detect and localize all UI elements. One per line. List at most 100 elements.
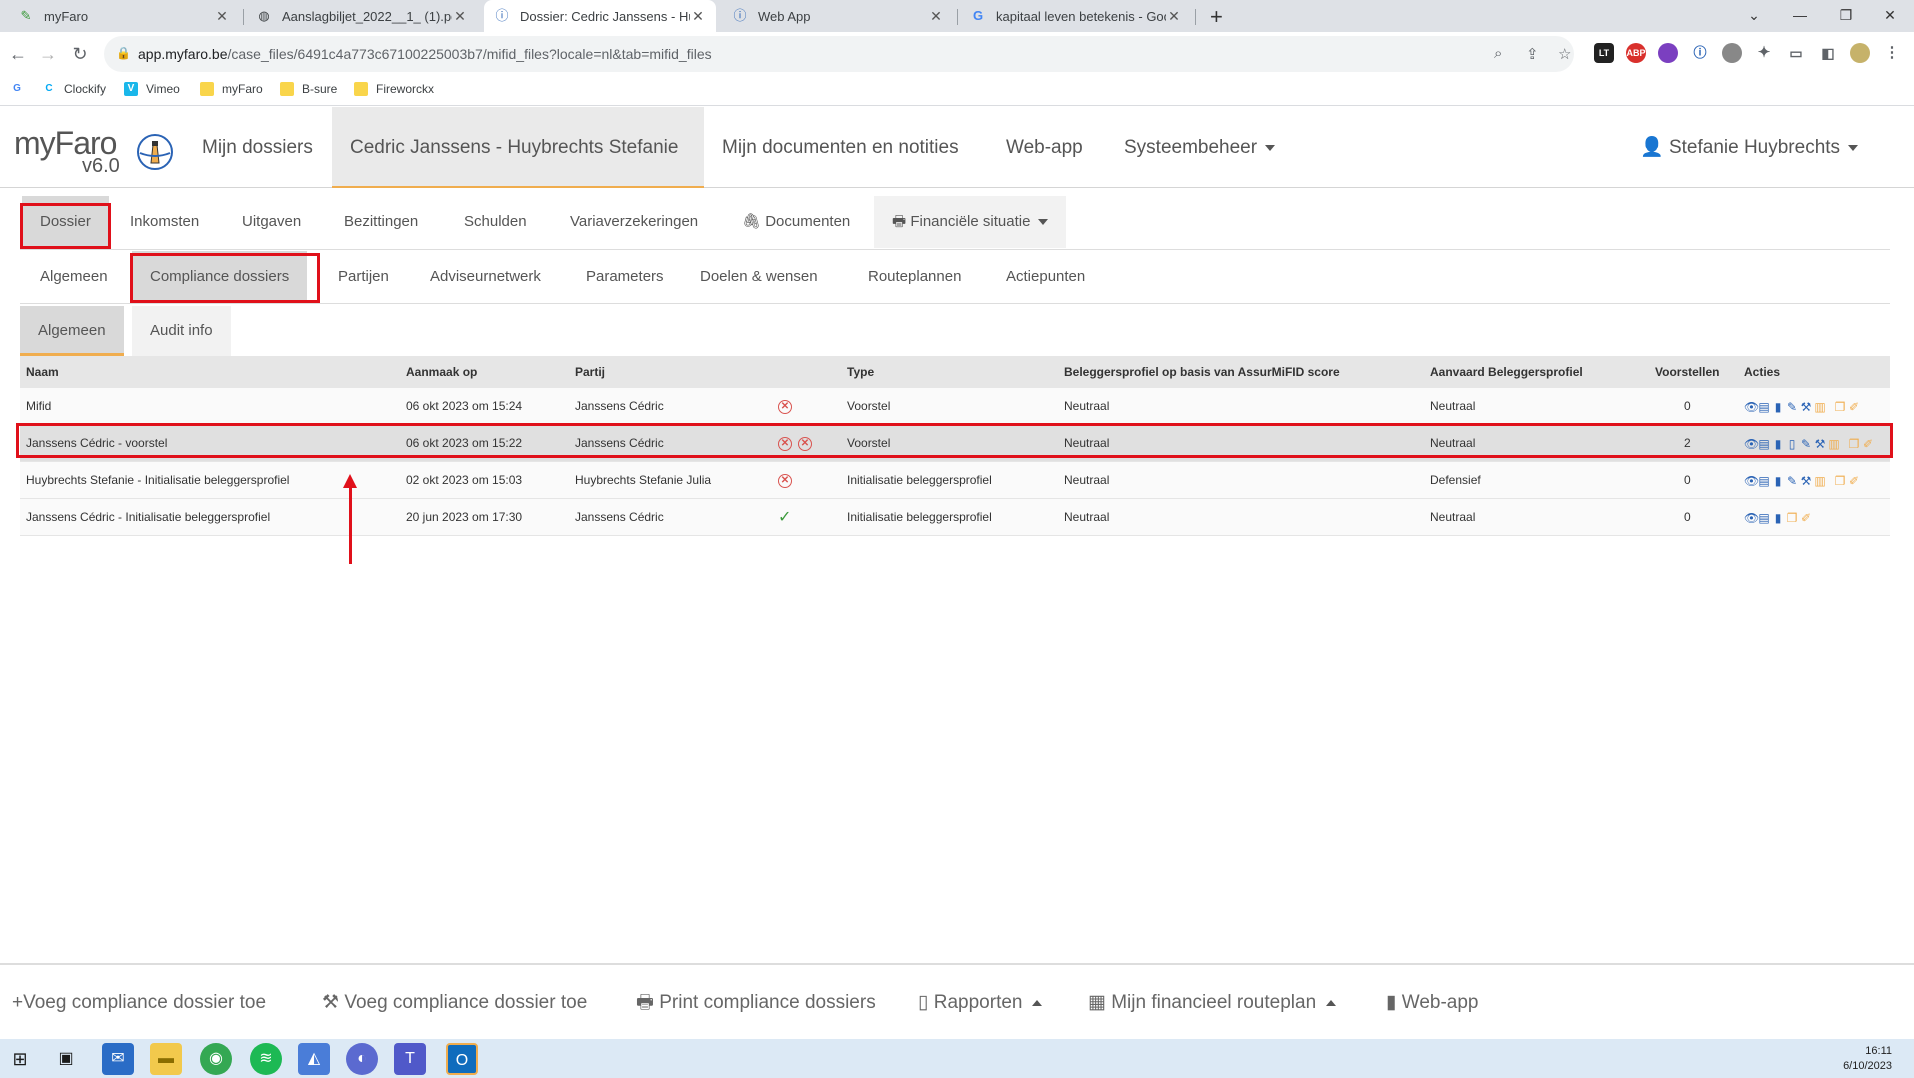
view-icon[interactable]: 👁 [1744,401,1759,413]
close-icon[interactable]: ✕ [690,8,706,25]
zoom-icon[interactable]: ⌕ [1494,45,1502,62]
browser-tab-myfaro[interactable]: ✎ myFaro ✕ [8,0,240,32]
browser-tab-pdf[interactable]: ◍ Aanslagbiljet_2022__1_ (1).pdf ✕ [246,0,478,32]
tab-algemeen[interactable]: Algemeen [22,251,126,303]
tab-doelen-wensen[interactable]: Doelen & wensen [682,251,836,303]
tab-documenten[interactable]: 🖇 Documenten [724,196,868,248]
outlook-icon[interactable]: O [446,1043,478,1075]
print-icon[interactable]: ▤ [1758,475,1770,487]
column-naam[interactable]: Naam [26,356,59,388]
view-icon[interactable]: 👁 [1744,475,1759,487]
nav-current-dossier[interactable]: Cedric Janssens - Huybrechts Stefanie [332,107,704,188]
pdf-icon[interactable]: ▮ [1772,401,1784,413]
puzzle-icon[interactable]: ✦ [1754,43,1774,63]
wizard-compliance-dossier-button[interactable]: ⚒ Voeg compliance dossier toe [322,965,587,1041]
delete-icon[interactable]: ▥ [1814,401,1826,413]
wand-icon[interactable]: ✐ [1848,475,1860,487]
bookmark-myfaro[interactable]: myFaro [200,82,263,96]
address-bar[interactable]: 🔒 app.myfaro.be/case_files/6491c4a773c67… [104,36,1574,72]
copy-icon[interactable]: ❐ [1834,475,1846,487]
tab-financiele-situatie[interactable]: 🖶 Financiële situatie [874,196,1067,248]
close-window-button[interactable]: ✕ [1872,0,1908,30]
magic-wand-icon[interactable]: ⚒ [1800,475,1812,487]
tab-uitgaven[interactable]: Uitgaven [224,196,319,248]
copy-icon[interactable]: ❐ [1834,401,1846,413]
cast-icon[interactable]: ▭ [1786,43,1806,63]
wand-icon[interactable]: ✐ [1800,512,1812,524]
print-compliance-button[interactable]: 🖶 Print compliance dossiers [636,965,876,1041]
bookmark-bsure[interactable]: B-sure [280,82,337,96]
nav-mijn-documenten[interactable]: Mijn documenten en notities [704,107,977,188]
bookmark-google[interactable]: G [10,82,32,96]
myfaro-extension-icon[interactable]: ⓘ [1690,43,1710,63]
print-icon[interactable]: ▤ [1758,401,1770,413]
bookmark-fireworckx[interactable]: Fireworckx [354,82,434,96]
back-button[interactable]: ← [2,38,34,70]
tab-partijen[interactable]: Partijen [320,251,407,303]
tab-bezittingen[interactable]: Bezittingen [326,196,436,248]
view-icon[interactable]: 👁 [1744,512,1759,524]
nav-systeembeheer[interactable]: Systeembeheer [1106,107,1293,188]
tab-search-button[interactable]: ⌄ [1736,0,1772,30]
web-app-button[interactable]: ▮ Web-app [1386,965,1479,1041]
languagetool-extension-icon[interactable]: LT [1594,43,1614,63]
nav-web-app[interactable]: Web-app [988,107,1101,188]
column-beleggersprofiel[interactable]: Beleggersprofiel op basis van AssurMiFID… [1064,356,1340,388]
print-icon[interactable]: ▤ [1758,512,1770,524]
task-view-icon[interactable]: ▣ [50,1043,82,1075]
table-row[interactable]: Janssens Cédric - Initialisatie belegger… [20,499,1890,536]
copy-icon[interactable]: ❐ [1786,512,1798,524]
taskbar-clock[interactable]: 16:11 6/10/2023 [1843,1044,1892,1074]
edit-icon[interactable]: ✎ [1786,401,1798,413]
minimize-button[interactable]: — [1782,0,1818,30]
rapporten-button[interactable]: ▯ Rapporten [918,965,1043,1041]
column-type[interactable]: Type [847,356,874,388]
cell-naam[interactable]: Mifid [26,388,51,425]
menu-icon[interactable]: ⋮ [1882,43,1902,63]
close-icon[interactable]: ✕ [928,8,944,25]
column-voorstellen[interactable]: Voorstellen [1655,356,1719,388]
tab-adviseurnetwerk[interactable]: Adviseurnetwerk [412,251,559,303]
tab-algemeen-sub[interactable]: Algemeen [20,306,124,356]
pdf-icon[interactable]: ▮ [1772,475,1784,487]
close-icon[interactable]: ✕ [214,8,230,25]
chrome-icon[interactable]: ◉ [200,1043,232,1075]
file-explorer-icon[interactable]: ▬ [150,1043,182,1075]
close-icon[interactable]: ✕ [452,8,468,25]
color-extension-icon[interactable] [1658,43,1678,63]
table-row[interactable]: Mifid 06 okt 2023 om 15:24 Janssens Cédr… [20,388,1890,425]
maximize-button[interactable]: ❐ [1828,0,1864,30]
wand-icon[interactable]: ✐ [1848,401,1860,413]
bookmark-vimeo[interactable]: V Vimeo [124,82,180,96]
tab-parameters[interactable]: Parameters [568,251,682,303]
browser-tab-dossier[interactable]: ⓘ Dossier: Cedric Janssens - Huyb ✕ [484,0,716,32]
app-icon[interactable]: ◭ [298,1043,330,1075]
messenger-icon[interactable]: ◐ [346,1043,378,1075]
bookmark-star-icon[interactable]: ☆ [1558,45,1571,63]
tab-inkomsten[interactable]: Inkomsten [112,196,217,248]
new-tab-button[interactable]: + [1210,4,1223,30]
reload-button[interactable]: ↻ [64,38,96,70]
nav-mijn-dossiers[interactable]: Mijn dossiers [184,107,331,188]
adblock-extension-icon[interactable]: ABP [1626,43,1646,63]
routeplan-button[interactable]: ▦ Mijn financieel routeplan [1088,965,1337,1041]
share-icon[interactable]: ⇪ [1526,45,1539,63]
column-aanvaard[interactable]: Aanvaard Beleggersprofiel [1430,356,1583,388]
teams-icon[interactable]: T [394,1043,426,1075]
browser-tab-google[interactable]: G kapitaal leven betekenis - Googl ✕ [960,0,1192,32]
cell-naam[interactable]: Huybrechts Stefanie - Initialisatie bele… [26,462,289,499]
magic-wand-icon[interactable]: ⚒ [1800,401,1812,413]
user-menu[interactable]: 👤 Stefanie Huybrechts [1622,107,1876,188]
forward-button[interactable]: → [32,38,64,70]
sidepanel-icon[interactable]: ◧ [1818,43,1838,63]
tab-actiepunten[interactable]: Actiepunten [988,251,1103,303]
delete-icon[interactable]: ▥ [1814,475,1826,487]
table-row[interactable]: Huybrechts Stefanie - Initialisatie bele… [20,462,1890,499]
close-icon[interactable]: ✕ [1166,8,1182,25]
tab-schulden[interactable]: Schulden [446,196,545,248]
tab-variaverzekeringen[interactable]: Variaverzekeringen [552,196,716,248]
column-partij[interactable]: Partij [575,356,605,388]
spotify-icon[interactable]: ≋ [250,1043,282,1075]
edit-icon[interactable]: ✎ [1786,475,1798,487]
avatar[interactable] [1850,43,1870,63]
